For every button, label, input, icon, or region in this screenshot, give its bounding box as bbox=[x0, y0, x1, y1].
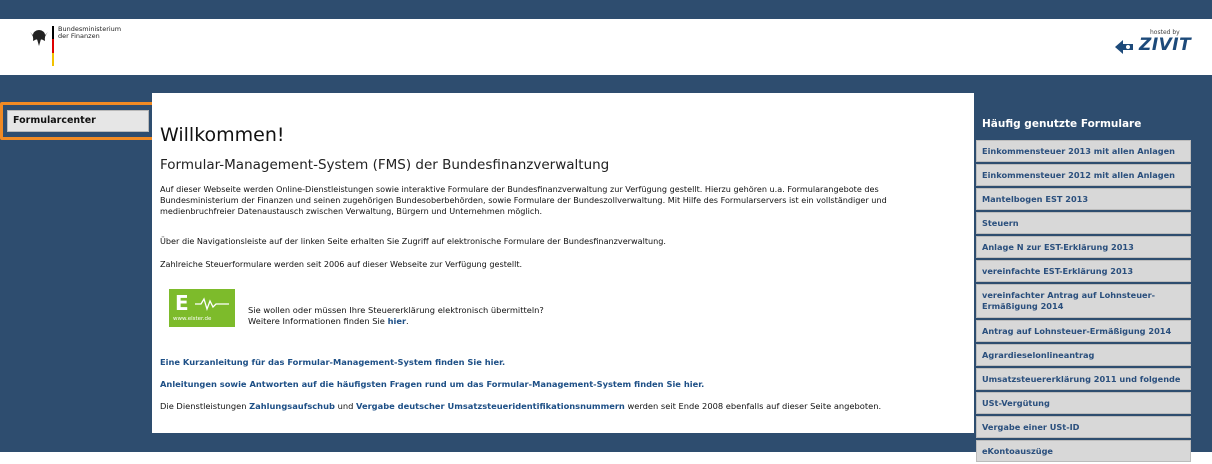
nav-highlight-frame bbox=[0, 102, 159, 140]
elster-url: www.elster.de bbox=[173, 316, 212, 322]
sidebar-item-mantelbogen[interactable]: Mantelbogen EST 2013 bbox=[976, 188, 1191, 210]
elster-hier-link[interactable]: hier bbox=[388, 316, 406, 326]
ministry-line2: der Finanzen bbox=[58, 32, 100, 40]
sidebar-item-einkommensteuer-2012[interactable]: Einkommensteuer 2012 mit allen Anlagen bbox=[976, 164, 1191, 186]
elster-line1: Sie wollen oder müssen Ihre Steuererklär… bbox=[248, 305, 544, 315]
ust-id-vergabe-link[interactable]: Vergabe deutscher Umsatzsteueridentifika… bbox=[356, 401, 625, 411]
anleitungen-link[interactable]: Anleitungen sowie Antworten auf die häuf… bbox=[160, 379, 704, 389]
elster-line2-prefix: Weitere Informationen finden Sie bbox=[248, 316, 388, 326]
flag-bar bbox=[52, 26, 54, 66]
elster-logo[interactable]: E www.elster.de bbox=[169, 289, 235, 327]
sidebar-item-einkommensteuer-2013[interactable]: Einkommensteuer 2013 mit allen Anlagen bbox=[976, 140, 1191, 162]
dienst-middle: und bbox=[334, 401, 356, 411]
navigation-paragraph: Über die Navigationsleiste auf der linke… bbox=[160, 236, 666, 246]
sidebar-item-ust-verguetung[interactable]: USt-Vergütung bbox=[976, 392, 1191, 414]
sidebar-item-ekontoauszuege[interactable]: eKontoauszüge bbox=[976, 440, 1191, 462]
kurzanleitung-link[interactable]: Eine Kurzanleitung für das Formular-Mana… bbox=[160, 357, 505, 367]
page-title: Willkommen! bbox=[160, 124, 285, 146]
sidebar-item-vereinfachter-antrag[interactable]: vereinfachter Antrag auf Lohnsteuer-Ermä… bbox=[976, 284, 1191, 318]
sidebar-item-vereinfachte-est[interactable]: vereinfachte EST-Erklärung 2013 bbox=[976, 260, 1191, 282]
top-bar bbox=[0, 0, 1212, 19]
zahlungsaufschub-link[interactable]: Zahlungsaufschub bbox=[249, 401, 335, 411]
zivit-logo-icon bbox=[1115, 40, 1133, 54]
federal-eagle-icon bbox=[30, 30, 48, 46]
elster-line2-suffix: . bbox=[406, 316, 409, 326]
dienstleistungen-text: Die Dienstleistungen Zahlungsaufschub un… bbox=[160, 401, 881, 411]
sidebar-item-anlage-n[interactable]: Anlage N zur EST-Erklärung 2013 bbox=[976, 236, 1191, 258]
elster-line2: Weitere Informationen finden Sie hier. bbox=[248, 316, 544, 327]
frequent-forms-panel: Häufig genutzte Formulare Einkommensteue… bbox=[976, 96, 1191, 462]
elster-wave-icon bbox=[195, 297, 229, 311]
main-content: Willkommen! Formular-Management-System (… bbox=[152, 93, 974, 433]
section-heading: Formular-Management-System (FMS) der Bun… bbox=[160, 157, 610, 173]
dienst-prefix: Die Dienstleistungen bbox=[160, 401, 250, 411]
intro-paragraph: Auf dieser Webseite werden Online-Dienst… bbox=[160, 184, 887, 216]
sidebar-item-agrardiesel[interactable]: Agrardieselonlineantrag bbox=[976, 344, 1191, 366]
tax-forms-paragraph: Zahlreiche Steuerformulare werden seit 2… bbox=[160, 259, 523, 269]
dienst-suffix: werden seit Ende 2008 ebenfalls auf dies… bbox=[624, 401, 882, 411]
sidebar-item-umsatzsteuer[interactable]: Umsatzsteuererklärung 2011 und folgende bbox=[976, 368, 1191, 390]
sub-header-bar bbox=[0, 75, 1212, 93]
site-header bbox=[0, 19, 1212, 75]
sidebar-item-ust-id[interactable]: Vergabe einer USt-ID bbox=[976, 416, 1191, 438]
elster-info: Sie wollen oder müssen Ihre Steuererklär… bbox=[248, 305, 544, 327]
ministry-name: Bundesministerium der Finanzen bbox=[58, 26, 121, 40]
left-navigation bbox=[0, 93, 152, 452]
frequent-forms-list: Einkommensteuer 2013 mit allen Anlagen E… bbox=[976, 140, 1191, 464]
sidebar-item-steuern[interactable]: Steuern bbox=[976, 212, 1191, 234]
sidebar-item-lohnsteuer-ermaessigung[interactable]: Antrag auf Lohnsteuer-Ermäßigung 2014 bbox=[976, 320, 1191, 342]
frequent-forms-title: Häufig genutzte Formulare bbox=[982, 118, 1142, 130]
elster-e-icon: E bbox=[175, 291, 189, 315]
zivit-logo-text: ZIVIT bbox=[1139, 35, 1192, 55]
